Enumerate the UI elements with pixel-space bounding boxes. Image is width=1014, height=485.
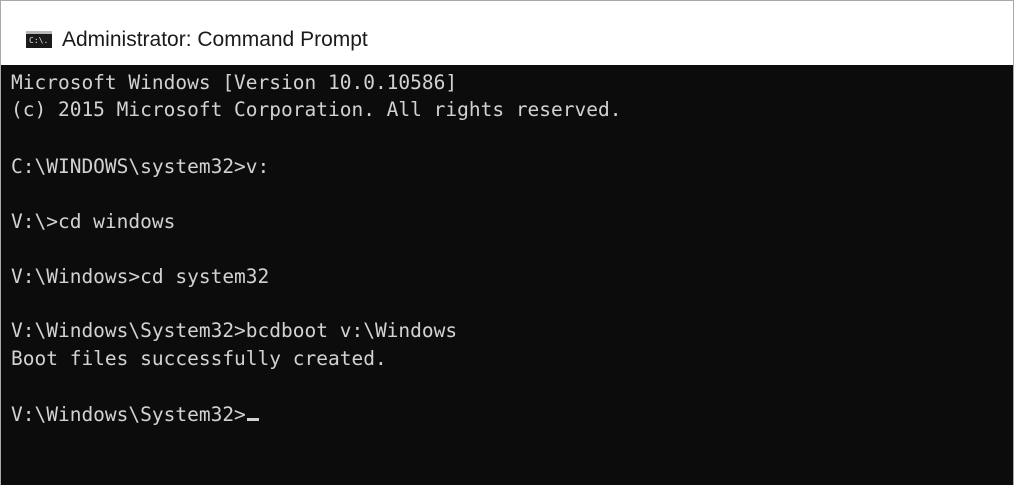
console-line-cd-system32: V:\Windows>cd system32 xyxy=(11,265,270,288)
cmd-icon[interactable]: C:\. xyxy=(26,31,52,48)
console-line-bcdboot-result: Boot files successfully created. xyxy=(11,347,387,370)
console-line-drive-switch: C:\WINDOWS\system32>v: xyxy=(11,155,270,178)
console-output-area[interactable]: Microsoft Windows [Version 10.0.10586] (… xyxy=(1,65,1013,485)
title-bar[interactable]: C:\. Administrator: Command Prompt xyxy=(1,1,1013,65)
console-line-version: Microsoft Windows [Version 10.0.10586] xyxy=(11,71,458,94)
console-line-copyright: (c) 2015 Microsoft Corporation. All righ… xyxy=(11,98,622,121)
text-cursor xyxy=(246,418,259,421)
window-title: Administrator: Command Prompt xyxy=(62,28,368,51)
console-line-cd-windows: V:\>cd windows xyxy=(11,210,176,233)
console-prompt: V:\Windows\System32> xyxy=(11,403,246,426)
command-prompt-window: C:\. Administrator: Command Prompt Micro… xyxy=(0,0,1014,485)
console-prompt-line[interactable]: V:\Windows\System32> xyxy=(11,403,259,427)
cmd-icon-glyph: C:\. xyxy=(29,36,49,45)
console-line-bcdboot-command: V:\Windows\System32>bcdboot v:\Windows xyxy=(11,319,458,342)
